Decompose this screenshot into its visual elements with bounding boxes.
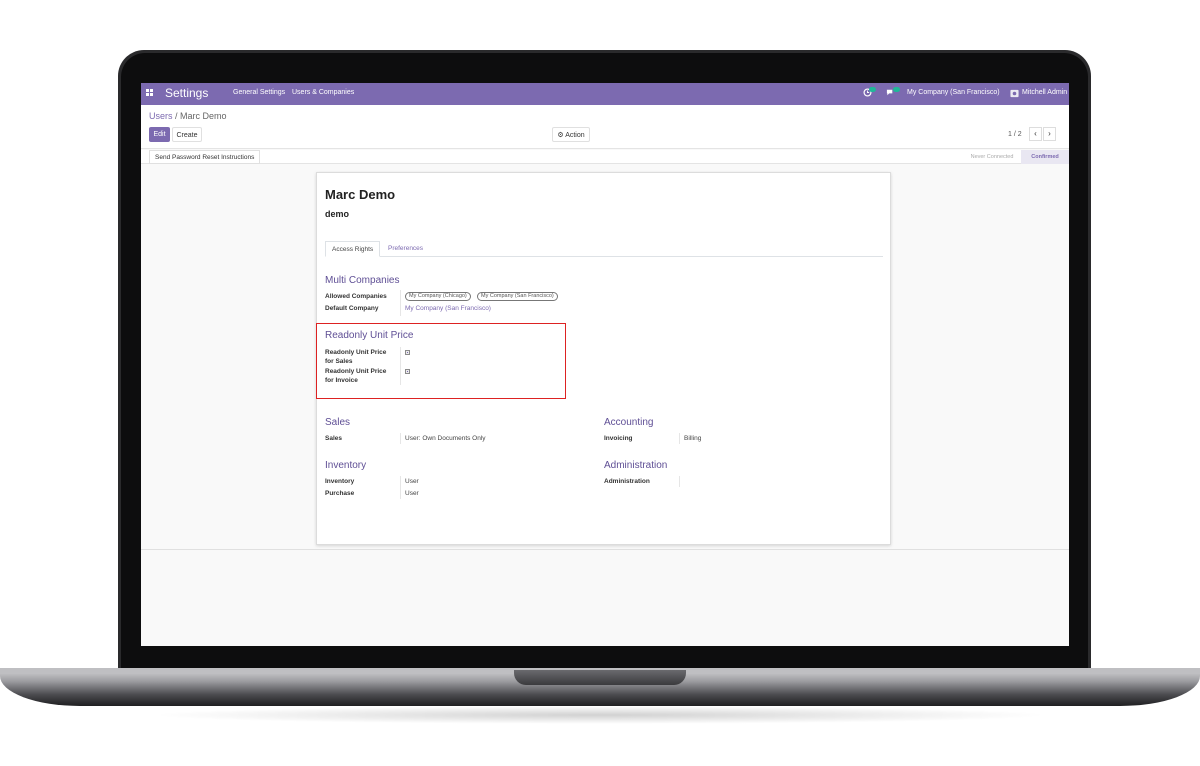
activity-badge xyxy=(869,87,876,92)
user-avatar-icon[interactable] xyxy=(1010,89,1019,98)
user-login: demo xyxy=(325,209,350,219)
user-name: Marc Demo xyxy=(325,187,396,202)
action-label: Action xyxy=(565,132,585,139)
inventory-value[interactable]: User xyxy=(405,478,419,485)
field-separator xyxy=(679,433,680,444)
menu-general-settings[interactable]: General Settings xyxy=(233,89,285,96)
field-separator xyxy=(400,290,401,316)
company-switcher[interactable]: My Company (San Francisco) xyxy=(907,89,1000,96)
messages-badge xyxy=(893,87,900,92)
notebook-tabs: Access Rights Preferences xyxy=(325,241,883,257)
stage-confirmed: Confirmed xyxy=(1021,150,1069,164)
breadcrumb-current: Marc Demo xyxy=(180,111,227,121)
sales-label: Sales xyxy=(325,435,342,442)
inventory-label: Inventory xyxy=(325,478,355,485)
apps-menu-icon[interactable] xyxy=(146,89,154,97)
administration-title: Administration xyxy=(604,460,668,471)
default-company-link[interactable]: My Company (San Francisco) xyxy=(405,305,491,312)
pager-next-icon[interactable]: › xyxy=(1043,127,1056,141)
inventory-title: Inventory xyxy=(325,460,367,471)
administration-label: Administration xyxy=(604,478,650,485)
screen: Settings General Settings Users & Compan… xyxy=(141,83,1069,646)
laptop-mockup: Settings General Settings Users & Compan… xyxy=(0,0,1200,766)
stage-never-connected: Never Connected xyxy=(970,154,1014,160)
purchase-label: Purchase xyxy=(325,490,355,497)
sales-title: Sales xyxy=(325,417,351,428)
laptop-notch xyxy=(514,670,686,685)
sales-value[interactable]: User: Own Documents Only xyxy=(405,435,486,442)
default-company-label: Default Company xyxy=(325,305,379,312)
breadcrumb-separator: / xyxy=(172,111,181,121)
menu-users-companies[interactable]: Users & Companies xyxy=(292,89,354,96)
edit-button[interactable]: Edit xyxy=(149,127,170,142)
pager-previous-icon[interactable]: ‹ xyxy=(1029,127,1042,141)
top-navbar: Settings General Settings Users & Compan… xyxy=(141,83,1069,105)
pager-value[interactable]: 1 / 2 xyxy=(1008,131,1022,138)
form-statusbar: Send Password Reset Instructions Never C… xyxy=(141,150,1069,164)
field-separator xyxy=(400,476,401,499)
purchase-value[interactable]: User xyxy=(405,490,419,497)
company-tag[interactable]: My Company (Chicago) xyxy=(405,292,471,301)
invoicing-label: Invoicing xyxy=(604,435,633,442)
send-password-reset-button[interactable]: Send Password Reset Instructions xyxy=(149,150,261,164)
breadcrumb-users-link[interactable]: Users xyxy=(149,111,173,121)
gear-icon: ⚙ xyxy=(557,132,564,139)
field-separator xyxy=(679,476,680,487)
create-button[interactable]: Create xyxy=(172,127,202,142)
control-panel: Users / Marc Demo Edit Create ⚙ Action 1… xyxy=(141,105,1069,149)
allowed-companies-label: Allowed Companies xyxy=(325,293,387,300)
form-view: Marc Demo demo Access Rights Preferences… xyxy=(141,165,1069,550)
tab-access-rights[interactable]: Access Rights xyxy=(325,241,381,257)
user-menu[interactable]: Mitchell Admin xyxy=(1022,89,1067,96)
app-title[interactable]: Settings xyxy=(165,86,208,100)
breadcrumb: Users / Marc Demo xyxy=(149,111,227,121)
tab-preferences[interactable]: Preferences xyxy=(382,241,429,257)
highlight-box xyxy=(316,323,566,399)
company-tag[interactable]: My Company (San Francisco) xyxy=(477,292,558,301)
action-menu-button[interactable]: ⚙ Action xyxy=(552,127,590,142)
multi-companies-title: Multi Companies xyxy=(325,275,400,286)
field-separator xyxy=(400,433,401,444)
invoicing-value[interactable]: Billing xyxy=(684,435,701,442)
accounting-title: Accounting xyxy=(604,417,654,428)
laptop-shadow xyxy=(150,706,1050,724)
